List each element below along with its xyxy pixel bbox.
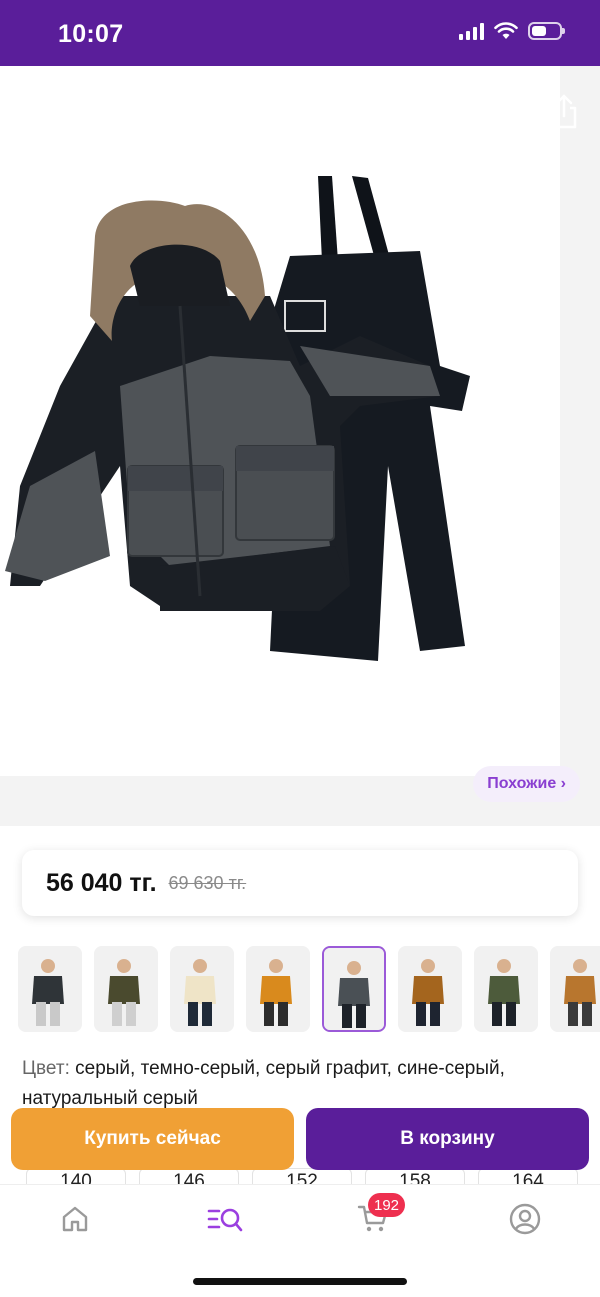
product-image[interactable]: Похожие ›: [0, 66, 600, 826]
product-photo: [5, 176, 470, 661]
variant-photo: [18, 946, 82, 1032]
variant-thumbnail[interactable]: [550, 946, 600, 1032]
heart-icon: [477, 96, 511, 127]
status-time: 10:07: [58, 20, 124, 48]
variant-thumbnail[interactable]: [322, 946, 386, 1032]
variant-photo: [550, 946, 600, 1032]
variant-thumbnail[interactable]: [398, 946, 462, 1032]
catalog-search-icon: [207, 1208, 243, 1232]
home-icon: [62, 1206, 88, 1232]
battery-icon: [528, 22, 565, 40]
product-screen: 10:07 Похожие › 56 040 тг. 69 630 тг. Цв…: [0, 0, 600, 1297]
share-button[interactable]: [542, 90, 586, 134]
back-button[interactable]: [14, 90, 58, 134]
home-indicator: [193, 1278, 407, 1285]
variant-thumbnail[interactable]: [170, 946, 234, 1032]
nav-catalog[interactable]: [205, 1199, 245, 1239]
variant-thumbnail[interactable]: [94, 946, 158, 1032]
variant-thumbnail[interactable]: [246, 946, 310, 1032]
similar-products-link[interactable]: Похожие ›: [473, 766, 580, 802]
wifi-icon: [494, 22, 518, 39]
favorite-button[interactable]: [472, 90, 516, 134]
variant-photo: [170, 946, 234, 1032]
variant-thumbnail[interactable]: [474, 946, 538, 1032]
variant-photo: [398, 946, 462, 1032]
color-value: серый, темно-серый, серый графит, сине-с…: [22, 1058, 505, 1109]
color-description: Цвет: серый, темно-серый, серый графит, …: [22, 1054, 582, 1114]
profile-icon: [509, 1203, 541, 1235]
variant-thumbnail[interactable]: [18, 946, 82, 1032]
cart-count-badge: 192: [368, 1193, 406, 1217]
add-to-cart-button[interactable]: В корзину: [306, 1108, 589, 1170]
variant-photo: [474, 946, 538, 1032]
status-bar: 10:07: [0, 0, 600, 66]
current-price: 56 040 тг.: [46, 868, 157, 897]
nav-home[interactable]: [55, 1199, 95, 1239]
price-card: 56 040 тг. 69 630 тг.: [22, 850, 578, 916]
chevron-left-icon: [27, 97, 43, 127]
variant-thumbnails: [18, 946, 600, 1036]
old-price: 69 630 тг.: [168, 872, 247, 893]
nav-profile[interactable]: [505, 1199, 545, 1239]
variant-photo: [94, 946, 158, 1032]
status-icons: [459, 22, 565, 40]
variant-photo: [324, 948, 384, 1030]
buy-now-button[interactable]: Купить сейчас: [11, 1108, 294, 1170]
share-icon: [551, 94, 577, 129]
color-label: Цвет:: [22, 1058, 70, 1079]
variant-photo: [246, 946, 310, 1032]
cellular-signal-icon: [459, 22, 484, 40]
